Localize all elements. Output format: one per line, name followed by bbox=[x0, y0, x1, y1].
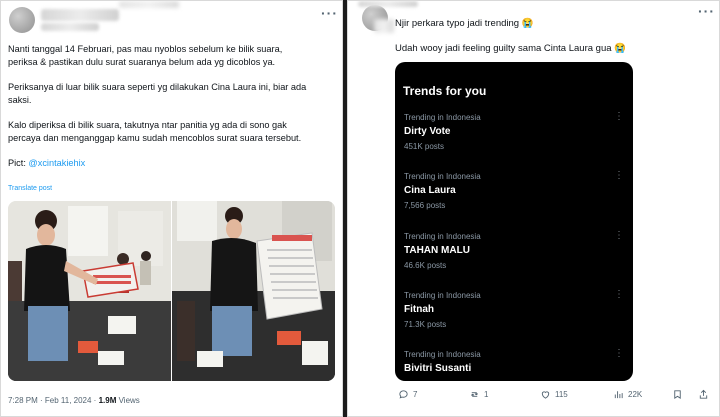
more-icon[interactable]: ··· bbox=[321, 5, 338, 21]
blurred-header bbox=[358, 1, 418, 7]
trend-item-tahan-malu[interactable]: Trending in Indonesia TAHAN MALU 46.6K p… bbox=[404, 230, 624, 270]
tweet-line: saksi. bbox=[8, 95, 32, 105]
reply-count: 7 bbox=[413, 390, 418, 399]
trend-posts: 71.3K posts bbox=[404, 320, 447, 329]
share-action[interactable] bbox=[698, 389, 709, 400]
reply-icon bbox=[399, 390, 408, 399]
photo-1-illustration bbox=[8, 201, 171, 381]
paragraph-1: Nanti tanggal 14 Februari, pas mau nyobl… bbox=[8, 43, 338, 69]
trend-name: Cina Laura bbox=[404, 185, 456, 196]
trends-title: Trends for you bbox=[403, 84, 487, 98]
trend-item-cina-laura[interactable]: Trending in Indonesia Cina Laura 7,566 p… bbox=[404, 170, 624, 210]
avatar[interactable] bbox=[9, 7, 35, 33]
trend-name: Dirty Vote bbox=[404, 126, 451, 137]
tweet-line: Nanti tanggal 14 Februari, pas mau nyobl… bbox=[8, 44, 283, 54]
tweet-line: Kalo diperiksa di bilik suara, takutnya … bbox=[8, 120, 287, 130]
trend-item-fitnah[interactable]: Trending in Indonesia Fitnah 71.3K posts… bbox=[404, 289, 624, 329]
bookmark-action[interactable] bbox=[672, 389, 683, 400]
more-icon[interactable]: ⋮ bbox=[614, 170, 624, 181]
tweet-body: Nanti tanggal 14 Februari, pas mau nyobl… bbox=[8, 43, 338, 170]
more-icon[interactable]: ⋮ bbox=[614, 289, 624, 300]
views-action[interactable]: 22K bbox=[613, 389, 642, 400]
blurred-handle bbox=[41, 23, 99, 31]
views-count: 22K bbox=[628, 390, 643, 399]
trend-posts: 46.6K posts bbox=[404, 261, 447, 270]
tweet-photo-2[interactable] bbox=[172, 201, 335, 381]
more-icon[interactable]: ⋮ bbox=[614, 230, 624, 241]
paragraph-3: Kalo diperiksa di bilik suara, takutnya … bbox=[8, 119, 338, 145]
like-count: 115 bbox=[555, 390, 568, 399]
trend-context: Trending in Indonesia bbox=[404, 350, 481, 359]
photo-2-illustration bbox=[172, 201, 335, 381]
trend-item-dirty-vote[interactable]: Trending in Indonesia Dirty Vote 451K po… bbox=[404, 111, 624, 151]
trend-context: Trending in Indonesia bbox=[404, 172, 481, 181]
more-icon[interactable]: ⋮ bbox=[614, 348, 624, 359]
left-tweet-panel: ··· Nanti tanggal 14 Februari, pas mau n… bbox=[0, 0, 343, 417]
trend-name: TAHAN MALU bbox=[404, 245, 470, 256]
blurred-display-name bbox=[41, 9, 119, 21]
trend-posts: 451K posts bbox=[404, 142, 445, 151]
tweet-line: periksa & pastikan dulu surat suaranya b… bbox=[8, 57, 276, 67]
pic-credit: Pict: @xcintakiehix bbox=[8, 157, 338, 170]
more-icon[interactable]: ··· bbox=[698, 3, 715, 19]
trends-screenshot[interactable]: Trends for you Trending in Indonesia Dir… bbox=[395, 62, 633, 381]
like-icon bbox=[541, 391, 550, 399]
views-label: Views bbox=[116, 396, 140, 405]
bookmark-icon bbox=[674, 390, 681, 400]
tweet-line: Periksanya di luar bilik suara seperti y… bbox=[8, 82, 307, 92]
views-count: 1.9M bbox=[98, 396, 117, 405]
translate-link[interactable]: Translate post bbox=[8, 185, 52, 192]
trend-name: Bivitri Susanti bbox=[404, 363, 472, 374]
trend-item-bivitri-susanti[interactable]: Trending in Indonesia Bivitri Susanti ⋮ bbox=[404, 348, 624, 374]
views-icon bbox=[614, 391, 623, 399]
tweet-timestamp[interactable]: 7:28 PM · Feb 11, 2024 · bbox=[8, 396, 99, 405]
tweet-line-2: Udah wooy jadi feeling guilty sama Cinta… bbox=[395, 43, 626, 54]
tweet-line: percaya dan menganggap kamu sudah mencob… bbox=[8, 133, 302, 143]
paragraph-2: Periksanya di luar bilik suara seperti y… bbox=[8, 81, 338, 107]
trend-context: Trending in Indonesia bbox=[404, 291, 481, 300]
trend-posts: 7,566 posts bbox=[404, 201, 446, 210]
share-icon bbox=[699, 389, 708, 399]
more-icon[interactable]: ⋮ bbox=[614, 111, 624, 122]
trend-context: Trending in Indonesia bbox=[404, 232, 481, 241]
reply-action[interactable]: 7 bbox=[398, 389, 417, 400]
like-action[interactable]: 115 bbox=[540, 389, 568, 400]
blurred-header bbox=[119, 1, 179, 8]
tweet-meta: 7:28 PM · Feb 11, 2024 · 1.9M Views bbox=[8, 396, 140, 405]
pic-label: Pict: bbox=[8, 158, 29, 168]
tweet-photo-1[interactable] bbox=[8, 201, 171, 381]
trend-name: Fitnah bbox=[404, 304, 434, 315]
retweet-action[interactable]: 1 bbox=[469, 389, 488, 400]
pic-handle-link[interactable]: @xcintakiehix bbox=[28, 158, 85, 168]
trend-context: Trending in Indonesia bbox=[404, 113, 481, 122]
blurred-handle bbox=[374, 19, 394, 33]
tweet-line-1: Njir perkara typo jadi trending 😭 bbox=[395, 18, 534, 29]
retweet-count: 1 bbox=[484, 390, 489, 399]
retweet-icon bbox=[470, 392, 479, 397]
